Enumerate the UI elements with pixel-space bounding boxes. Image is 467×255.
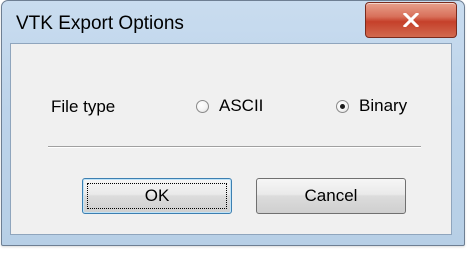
radio-binary-circle[interactable] <box>336 99 349 113</box>
focus-rectangle <box>87 183 227 209</box>
separator <box>48 146 421 148</box>
ok-button[interactable]: OK <box>82 178 232 214</box>
title-bar[interactable]: VTK Export Options <box>2 1 464 43</box>
cancel-button[interactable]: Cancel <box>256 178 406 214</box>
radio-binary-label: Binary <box>359 96 408 115</box>
file-type-label: File type <box>51 97 116 116</box>
close-x-icon <box>403 13 419 27</box>
cancel-button-label: Cancel <box>304 186 358 205</box>
radio-ascii-circle[interactable] <box>196 99 209 113</box>
window-title: VTK Export Options <box>16 13 184 34</box>
radio-ascii-label: ASCII <box>219 96 264 115</box>
dialog-body: File type ASCII Binary OK Cancel <box>10 43 452 235</box>
radio-ascii[interactable]: ASCII <box>196 93 263 119</box>
radio-selected-dot-icon <box>340 103 345 109</box>
radio-binary[interactable]: Binary <box>336 93 407 119</box>
close-button[interactable] <box>365 2 457 38</box>
